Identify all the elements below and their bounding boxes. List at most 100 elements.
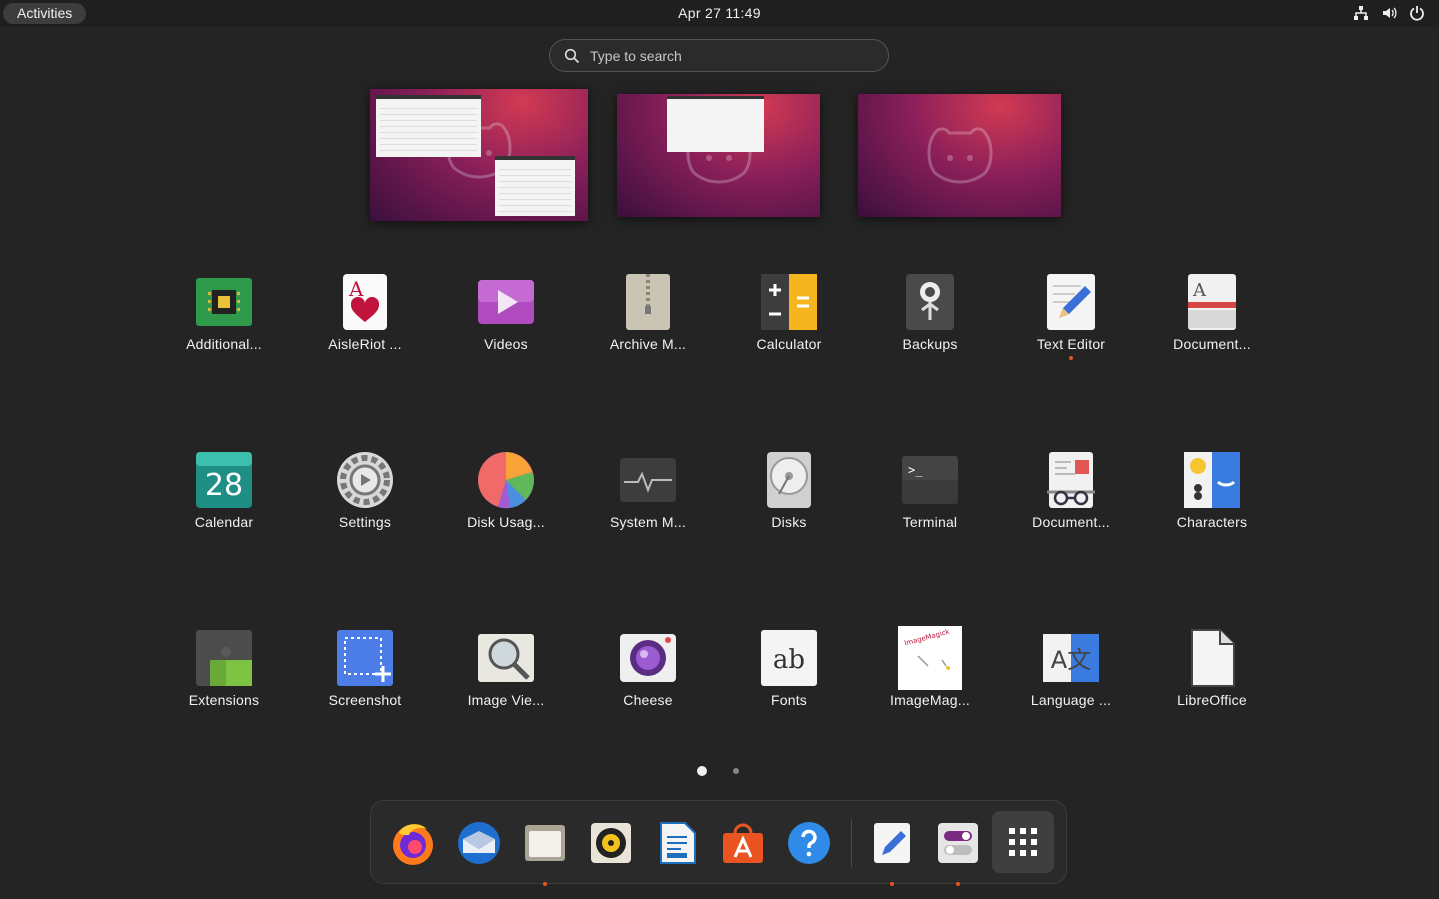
svg-text:A: A: [1192, 280, 1207, 301]
hippo-wallpaper-icon: [927, 127, 992, 184]
app-label: Archive M...: [609, 336, 687, 352]
archive-icon: [626, 274, 670, 330]
files-window-thumbnail[interactable]: [376, 95, 481, 157]
dock-item-text-editor[interactable]: [864, 815, 920, 886]
document-viewer-icon: A: [1188, 274, 1236, 330]
app-label: Calculator: [756, 336, 822, 352]
fonts-icon: ab: [761, 630, 817, 686]
app-system-monitor[interactable]: System M...: [588, 448, 708, 558]
running-indicator: [956, 882, 960, 886]
volume-icon[interactable]: [1381, 5, 1397, 21]
app-extensions[interactable]: Extensions: [164, 626, 284, 736]
app-label: Terminal: [902, 514, 958, 530]
app-videos[interactable]: Videos: [446, 270, 566, 380]
terminal-prompt: >_: [908, 463, 923, 477]
dock-item-tweaks[interactable]: [930, 815, 986, 886]
pie-icon: [478, 452, 534, 509]
app-screenshot[interactable]: Screenshot: [305, 626, 425, 736]
app-label: Cheese: [623, 692, 673, 708]
dock-item-firefox[interactable]: [385, 815, 441, 871]
app-label: Document...: [1173, 336, 1251, 352]
dock-item-app-center[interactable]: [715, 815, 771, 871]
dock-item-files[interactable]: [517, 815, 573, 886]
show-apps-icon: [1009, 828, 1037, 856]
files-icon: [525, 825, 565, 861]
dock-item-writer[interactable]: [649, 815, 705, 871]
dock-item-thunderbird[interactable]: [451, 815, 507, 871]
writer-icon: [660, 822, 696, 864]
app-label: Fonts: [770, 692, 807, 708]
video-icon: [478, 280, 534, 324]
language-glyphs: A文: [1051, 646, 1091, 674]
app-calculator[interactable]: Calculator: [729, 270, 849, 380]
running-indicator: [1069, 356, 1073, 360]
app-disks[interactable]: Disks: [729, 448, 849, 558]
app-additional-drivers[interactable]: Additional...: [164, 270, 284, 380]
characters-icon: [1184, 452, 1240, 508]
top-bar: Activities Apr 27 11:49: [0, 0, 1439, 27]
app-label: AisleRiot ...: [328, 336, 402, 352]
disk-icon: [767, 452, 811, 508]
app-text-editor[interactable]: Text Editor: [1011, 270, 1131, 380]
app-imagemagick[interactable]: ImageMagick ImageMag...: [870, 626, 990, 736]
app-settings[interactable]: Settings: [305, 448, 425, 558]
dock-item-rhythmbox[interactable]: [583, 815, 639, 871]
dock-item-help[interactable]: [781, 815, 837, 871]
search-box[interactable]: [549, 39, 889, 72]
app-label: Text Editor: [1036, 336, 1106, 352]
monitor-icon: [620, 458, 676, 502]
show-apps-button[interactable]: [992, 811, 1054, 873]
app-label: ImageMag...: [889, 692, 970, 708]
system-tray[interactable]: [1353, 5, 1425, 21]
workspace-thumbnail-2[interactable]: [617, 94, 820, 217]
app-label: System M...: [609, 514, 687, 530]
power-icon[interactable]: [1409, 5, 1425, 21]
app-terminal[interactable]: >_ Terminal: [870, 448, 990, 558]
chip-icon: [196, 278, 252, 326]
app-label: Disks: [771, 514, 807, 530]
thunderbird-icon: [458, 822, 500, 864]
app-archive-manager[interactable]: Archive M...: [588, 270, 708, 380]
clock[interactable]: Apr 27 11:49: [678, 5, 761, 21]
app-label: Characters: [1176, 514, 1248, 530]
search-input[interactable]: [590, 46, 870, 66]
app-language-support[interactable]: A文 Language ...: [1011, 626, 1131, 736]
app-cheese[interactable]: Cheese: [588, 626, 708, 736]
network-icon[interactable]: [1353, 5, 1369, 21]
fonts-glyphs: ab: [773, 645, 805, 675]
page-dot-2[interactable]: [733, 768, 739, 774]
firefox-icon: [393, 824, 433, 865]
card-icon: A: [343, 274, 387, 330]
app-label: Additional...: [186, 336, 262, 352]
app-characters[interactable]: Characters: [1152, 448, 1272, 558]
libreoffice-icon: [1191, 629, 1235, 687]
app-backups[interactable]: Backups: [870, 270, 990, 380]
app-disk-usage[interactable]: Disk Usag...: [446, 448, 566, 558]
app-image-viewer[interactable]: Image Vie...: [446, 626, 566, 736]
rhythmbox-icon: [591, 823, 631, 863]
app-fonts[interactable]: ab Fonts: [729, 626, 849, 736]
app-libreoffice[interactable]: LibreOffice: [1152, 626, 1272, 736]
running-indicator: [543, 882, 547, 886]
text-editor-window-thumbnail[interactable]: [667, 96, 764, 152]
app-label: Screenshot: [328, 692, 402, 708]
puzzle-icon: [196, 630, 252, 686]
app-center-icon: [723, 823, 763, 863]
app-label: Backups: [902, 336, 958, 352]
workspace-thumbnail-3[interactable]: [858, 94, 1061, 217]
app-document-viewer[interactable]: A Document...: [1152, 270, 1272, 380]
app-label: Image Vie...: [467, 692, 545, 708]
workspace-thumbnail-1[interactable]: [370, 89, 588, 221]
activities-button[interactable]: Activities: [3, 3, 87, 24]
settings-window-thumbnail[interactable]: [495, 156, 575, 216]
page-dot-1[interactable]: [697, 766, 707, 776]
app-calendar[interactable]: 28 Calendar: [164, 448, 284, 558]
gear-icon: [337, 452, 393, 508]
dock: [370, 800, 1067, 886]
app-document-scanner[interactable]: Document...: [1011, 448, 1131, 558]
app-aisleriot[interactable]: A AisleRiot ...: [305, 270, 425, 380]
app-label: Document...: [1032, 514, 1110, 530]
safe-icon: [906, 274, 954, 330]
calendar-icon: 28: [196, 452, 252, 508]
text-editor-icon: [874, 823, 910, 863]
